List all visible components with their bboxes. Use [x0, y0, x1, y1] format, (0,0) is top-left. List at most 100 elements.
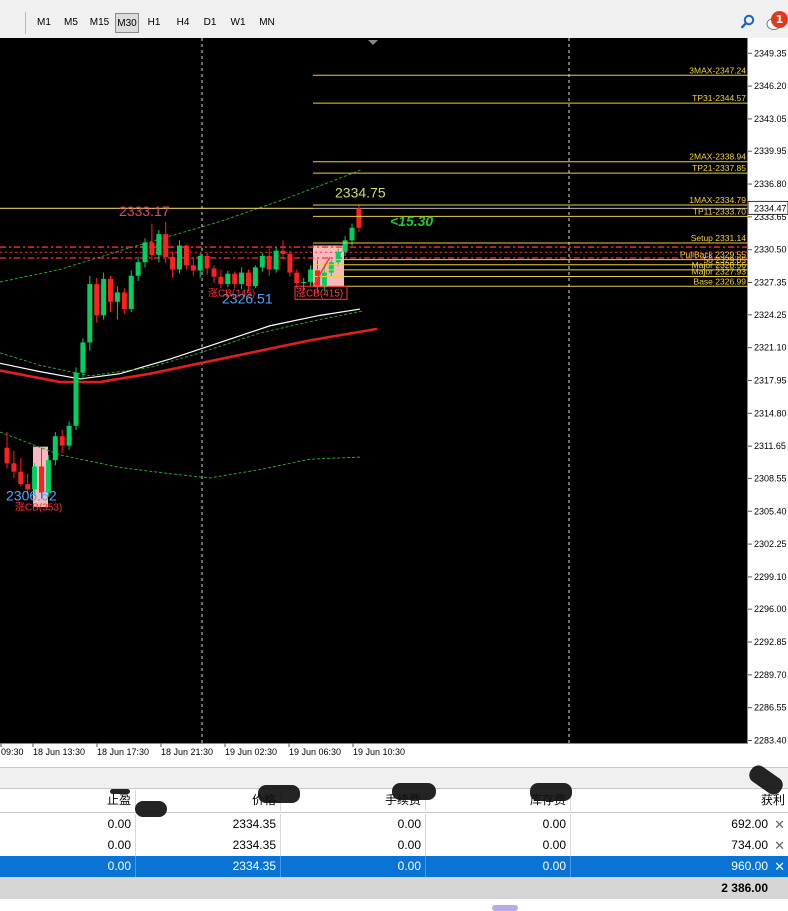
- candle-body: [232, 273, 238, 285]
- total-profit: 2 386.00: [721, 881, 768, 895]
- distance-label: <15.30: [390, 213, 433, 229]
- recent-high-label: 2334.75: [335, 184, 386, 200]
- time-tick-label: 18 Jun 17:30: [97, 747, 149, 757]
- cb-label: 涨CB(353): [15, 502, 62, 514]
- price-tick-label: 2286.55: [754, 703, 787, 713]
- time-tick-label: 09:30: [1, 747, 24, 757]
- candle-body: [204, 255, 210, 269]
- price-tick-label: 2302.25: [754, 539, 787, 549]
- close-icon[interactable]: ✕: [774, 835, 785, 856]
- cell-fee: 0.00: [281, 814, 426, 835]
- candle-body: [156, 234, 162, 255]
- timeframe-d1[interactable]: D1: [199, 13, 221, 33]
- timeframe-mn[interactable]: MN: [255, 13, 279, 33]
- cell-price: 2334.35: [136, 835, 281, 856]
- redaction-smudge: [392, 783, 436, 800]
- candle-body: [246, 272, 251, 287]
- candle-body: [328, 262, 334, 273]
- swing-high-label: 2333.17: [119, 203, 170, 219]
- candle-body: [4, 447, 10, 464]
- notification-badge: 1: [771, 11, 788, 28]
- price-tick-label: 2317.95: [754, 375, 787, 385]
- time-tick-label: 19 Jun 06:30: [289, 747, 341, 757]
- candle-body: [211, 268, 217, 277]
- candle-body: [121, 292, 127, 310]
- level-label: Setup 2331.14: [691, 233, 747, 243]
- timeframe-m15[interactable]: M15: [87, 13, 112, 33]
- candle-body: [32, 466, 38, 490]
- timeframe-m30[interactable]: M30: [115, 13, 139, 33]
- price-tick-label: 2292.85: [754, 637, 787, 647]
- timeframe-m1[interactable]: M1: [32, 13, 56, 33]
- candle-body: [252, 267, 258, 287]
- cb-label: 涨CB(145): [208, 287, 255, 299]
- candle-body: [149, 242, 155, 255]
- column-header-profit[interactable]: 获利: [571, 790, 788, 811]
- candle-body: [170, 256, 176, 270]
- timeframe-h4[interactable]: H4: [171, 13, 195, 33]
- price-tick-label: 2296.00: [754, 604, 787, 614]
- search-icon[interactable]: [740, 14, 756, 30]
- price-tick-label: 2299.10: [754, 572, 787, 582]
- price-tick-label: 2349.35: [754, 48, 787, 58]
- current-price-label: 2334.47: [754, 203, 787, 213]
- price-tick-label: 2308.55: [754, 473, 787, 483]
- candle-body: [135, 262, 141, 276]
- candle-body: [101, 278, 107, 316]
- level-label: 2MAX-2338.94: [689, 152, 746, 162]
- table-row[interactable]: 0.00 2334.35 0.00 0.00 692.00 ✕: [0, 814, 788, 835]
- level-label: 3MAX-2347.24: [689, 65, 746, 75]
- candle-body: [66, 425, 72, 446]
- level-label: TP21-2337.85: [692, 163, 746, 173]
- price-chart[interactable]: 3MAX-2347.24 TP31-2344.57 2MAX-2338.94TP21…: [0, 38, 788, 763]
- level-label: Major 2327.93: [692, 266, 747, 276]
- time-tick-label: 19 Jun 02:30: [225, 747, 277, 757]
- cell-profit: 692.00: [731, 817, 768, 831]
- close-icon[interactable]: ✕: [774, 856, 785, 877]
- candle-body: [321, 272, 327, 288]
- price-tick-label: 2324.25: [754, 310, 787, 320]
- candle-body: [356, 208, 362, 228]
- redaction-smudge: [110, 789, 130, 794]
- candle-body: [177, 245, 182, 270]
- time-tick-label: 19 Jun 10:30: [353, 747, 405, 757]
- level-label: TP31-2344.57: [692, 93, 746, 103]
- cell-profit: 734.00: [731, 838, 768, 852]
- time-tick-label: 18 Jun 21:30: [161, 747, 213, 757]
- table-row[interactable]: 0.00 2334.35 0.00 0.00 734.00 ✕: [0, 835, 788, 856]
- candle-body: [59, 436, 65, 446]
- candle-body: [11, 463, 17, 472]
- candle-body: [94, 284, 100, 316]
- level-label: Base 2326.99: [694, 276, 747, 286]
- candle-body: [342, 240, 348, 252]
- timeframe-w1[interactable]: W1: [227, 13, 249, 33]
- level-label: TP11-2333.70: [693, 206, 747, 216]
- trade-panel: 止盈 价格 手续费 库存费 获利 0.00 2334.35 0.00 0.00 …: [0, 762, 788, 911]
- cell-tp: 0.00: [0, 814, 136, 835]
- candle-body: [266, 255, 272, 270]
- time-tick-label: 18 Jun 13:30: [33, 747, 85, 757]
- price-tick-label: 2311.65: [754, 441, 786, 451]
- candle-body: [80, 342, 86, 373]
- price-tick-label: 2321.10: [754, 343, 787, 353]
- price-tick-label: 2327.35: [754, 278, 787, 288]
- close-icon[interactable]: ✕: [774, 814, 785, 835]
- candle-body: [259, 255, 265, 268]
- cell-tp: 0.00: [0, 835, 136, 856]
- candle-body: [294, 272, 300, 284]
- candle-body: [18, 471, 24, 485]
- timeframe-h1[interactable]: H1: [143, 13, 165, 33]
- table-divider: [0, 812, 788, 813]
- redaction-smudge: [135, 801, 167, 817]
- price-tick-label: 2305.40: [754, 506, 787, 516]
- candle-body: [273, 250, 279, 270]
- candle-body: [197, 255, 203, 271]
- candle-body: [163, 234, 169, 257]
- table-row-selected[interactable]: 0.00 2334.35 0.00 0.00 960.00 ✕: [0, 856, 788, 877]
- candle-body: [114, 292, 120, 302]
- redaction-smudge: [258, 785, 300, 803]
- cell-fee: 0.00: [281, 835, 426, 856]
- candle-body: [349, 227, 355, 241]
- cell-swap: 0.00: [426, 814, 571, 835]
- timeframe-m5[interactable]: M5: [59, 13, 83, 33]
